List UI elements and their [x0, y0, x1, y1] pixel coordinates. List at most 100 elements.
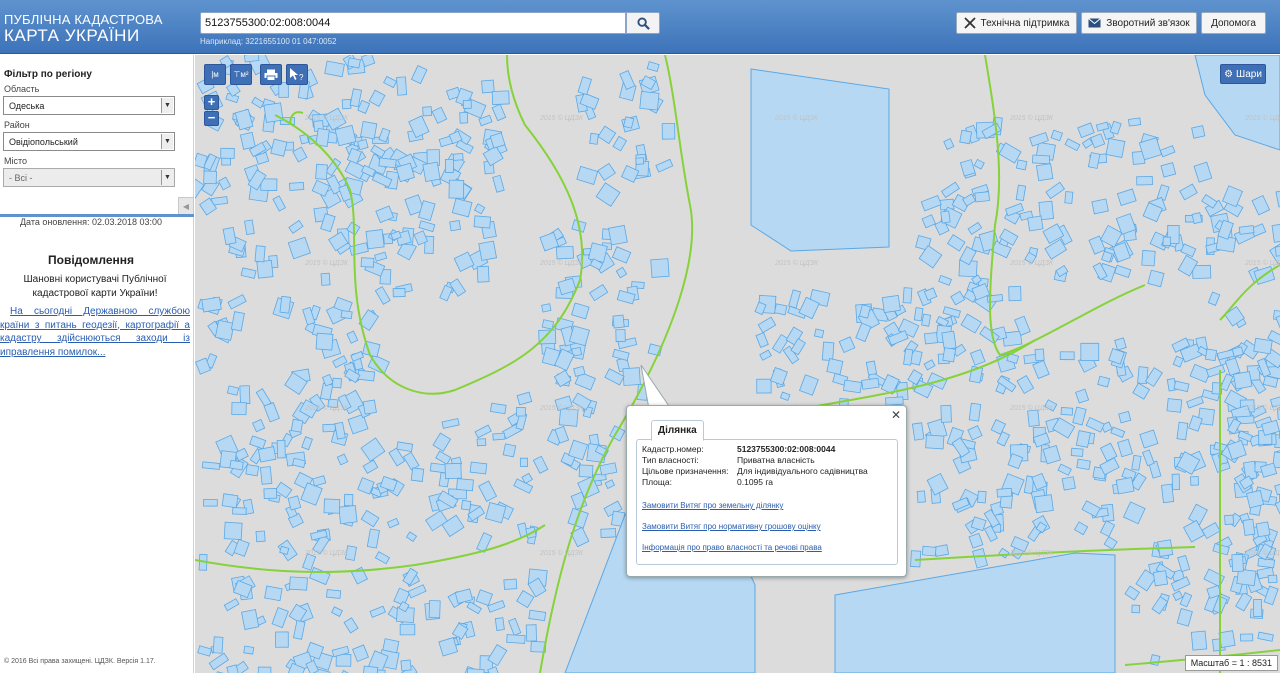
parcel[interactable]	[432, 432, 452, 452]
parcel[interactable]	[452, 153, 464, 161]
parcel[interactable]	[506, 634, 526, 644]
parcel[interactable]	[597, 162, 616, 181]
parcel[interactable]	[1182, 519, 1206, 543]
parcel[interactable]	[1105, 137, 1126, 158]
parcel[interactable]	[229, 459, 244, 471]
parcel[interactable]	[276, 439, 286, 459]
parcel[interactable]	[1231, 553, 1244, 573]
parcel[interactable]	[233, 538, 250, 557]
parcel[interactable]	[462, 99, 472, 109]
parcel[interactable]	[589, 132, 599, 145]
parcel[interactable]	[661, 123, 676, 140]
map-canvas[interactable]: 2015 © ЦДЗК 2015 © ЦДЗК 2015 © ЦДЗК 2015 © …	[195, 55, 1280, 673]
parcel[interactable]	[1152, 570, 1169, 587]
parcel[interactable]	[941, 330, 957, 351]
parcel[interactable]	[257, 666, 272, 673]
parcel[interactable]	[338, 504, 358, 525]
parcel[interactable]	[439, 284, 453, 302]
parcel[interactable]	[1015, 184, 1027, 202]
parcel[interactable]	[920, 195, 942, 212]
parcel[interactable]	[923, 332, 939, 345]
parcel[interactable]	[368, 89, 386, 107]
parcel[interactable]	[1032, 359, 1050, 380]
order-extract-link[interactable]: Замовити Витяг про земельну ділянку	[642, 501, 783, 510]
parcel[interactable]	[1221, 185, 1243, 208]
parcel[interactable]	[1179, 183, 1198, 201]
parcel[interactable]	[769, 367, 788, 386]
parcel[interactable]	[360, 120, 378, 140]
parcel[interactable]	[1136, 176, 1153, 186]
parcel[interactable]	[503, 578, 518, 590]
parcel[interactable]	[214, 319, 235, 341]
order-valuation-link[interactable]: Замовити Витяг про нормативну грошову оц…	[642, 522, 821, 531]
parcel[interactable]	[396, 441, 414, 453]
parcel[interactable]	[923, 359, 936, 371]
parcel[interactable]	[1131, 454, 1142, 471]
parcel[interactable]	[934, 544, 950, 557]
parcel[interactable]	[1077, 122, 1095, 139]
parcel[interactable]	[516, 407, 526, 417]
parcel[interactable]	[290, 418, 304, 433]
site-logo[interactable]: ПУБЛІЧНА КАДАСТРОВА КАРТА УКРАЇНИ	[4, 13, 163, 44]
parcel[interactable]	[1070, 447, 1084, 457]
parcel[interactable]	[838, 336, 856, 354]
parcel[interactable]	[1122, 501, 1146, 525]
parcel[interactable]	[491, 103, 507, 122]
parcel[interactable]	[374, 286, 391, 305]
parcel[interactable]	[1008, 286, 1022, 302]
parcel[interactable]	[1166, 398, 1183, 413]
parcel[interactable]	[1097, 375, 1111, 388]
parcel[interactable]	[234, 108, 254, 131]
parcel[interactable]	[386, 517, 400, 529]
parcel[interactable]	[1131, 604, 1141, 614]
parcel[interactable]	[429, 462, 448, 474]
parcel[interactable]	[288, 219, 304, 234]
parcel[interactable]	[231, 402, 247, 416]
parcel[interactable]	[293, 620, 306, 640]
parcel[interactable]	[263, 102, 284, 123]
close-icon[interactable]: ✕	[891, 408, 901, 422]
parcel[interactable]	[343, 493, 354, 507]
parcel[interactable]	[940, 210, 951, 224]
parcel[interactable]	[902, 287, 913, 304]
parcel[interactable]	[1191, 125, 1206, 139]
parcel[interactable]	[444, 462, 462, 480]
parcel[interactable]	[589, 283, 609, 302]
parcel[interactable]	[925, 434, 945, 450]
parcel[interactable]	[1116, 188, 1137, 207]
parcel[interactable]	[1110, 426, 1126, 438]
parcel[interactable]	[1235, 592, 1253, 612]
parcel[interactable]	[489, 402, 507, 415]
parcel[interactable]	[943, 138, 955, 150]
parcel[interactable]	[911, 422, 925, 441]
large-parcel[interactable]	[750, 68, 890, 252]
parcel[interactable]	[469, 461, 488, 475]
parcel[interactable]	[1147, 269, 1165, 288]
parcel[interactable]	[1060, 407, 1074, 416]
parcel[interactable]	[418, 220, 436, 233]
parcel[interactable]	[921, 313, 932, 327]
parcel[interactable]	[312, 475, 327, 487]
parcel[interactable]	[1238, 225, 1255, 235]
parcel[interactable]	[1193, 161, 1213, 183]
parcel[interactable]	[315, 163, 328, 180]
parcel[interactable]	[1207, 291, 1221, 306]
parcel[interactable]	[1099, 520, 1116, 538]
parcel[interactable]	[950, 290, 966, 306]
parcel[interactable]	[360, 437, 386, 462]
parcel[interactable]	[959, 129, 973, 145]
parcel[interactable]	[916, 490, 926, 503]
parcel[interactable]	[799, 374, 819, 396]
tab-parcel[interactable]: Ділянка	[651, 420, 704, 441]
parcel[interactable]	[473, 203, 486, 215]
parcel[interactable]	[481, 79, 495, 94]
parcel[interactable]	[940, 181, 960, 199]
parcel[interactable]	[1246, 489, 1265, 509]
parcel[interactable]	[1035, 163, 1054, 182]
parcel[interactable]	[324, 60, 345, 78]
parcel[interactable]	[435, 450, 452, 465]
parcel[interactable]	[431, 106, 448, 124]
parcel[interactable]	[1057, 463, 1072, 476]
parcel[interactable]	[240, 267, 257, 279]
parcel[interactable]	[597, 125, 617, 145]
